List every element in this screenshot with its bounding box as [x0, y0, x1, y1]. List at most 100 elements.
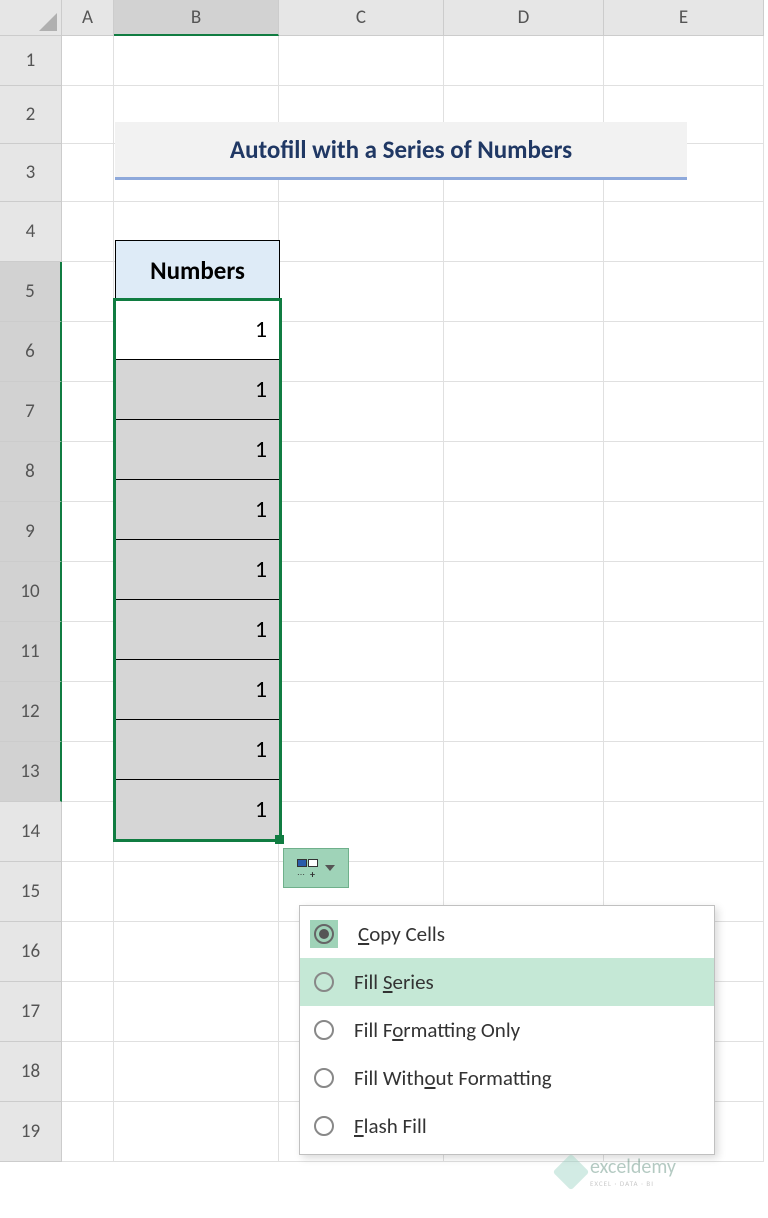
cell[interactable]	[604, 742, 764, 802]
cell[interactable]	[444, 262, 604, 322]
cell[interactable]	[444, 742, 604, 802]
cell[interactable]	[604, 502, 764, 562]
cell[interactable]	[604, 682, 764, 742]
menu-item[interactable]: Fill Without Formatting	[300, 1054, 714, 1102]
row-header-18[interactable]: 18	[0, 1042, 62, 1102]
row-header-4[interactable]: 4	[0, 202, 62, 262]
cell[interactable]	[114, 36, 279, 86]
row-header-7[interactable]: 7	[0, 382, 62, 442]
cell[interactable]	[604, 442, 764, 502]
cell[interactable]	[604, 802, 764, 862]
cell[interactable]	[62, 922, 114, 982]
cell[interactable]	[114, 1102, 279, 1162]
row-header-8[interactable]: 8	[0, 442, 62, 502]
row-header-6[interactable]: 6	[0, 322, 62, 382]
cell[interactable]	[604, 622, 764, 682]
row-header-3[interactable]: 3	[0, 144, 62, 202]
menu-item[interactable]: Copy Cells	[300, 910, 714, 958]
cell[interactable]	[604, 262, 764, 322]
cell[interactable]	[444, 382, 604, 442]
cell[interactable]	[62, 502, 114, 562]
cell[interactable]	[62, 742, 114, 802]
cell[interactable]	[604, 562, 764, 622]
numbers-column-header[interactable]: Numbers	[115, 240, 280, 300]
cell[interactable]	[62, 682, 114, 742]
cell[interactable]	[114, 862, 279, 922]
cell[interactable]	[444, 562, 604, 622]
column-header-A[interactable]: A	[62, 0, 114, 36]
data-cell[interactable]: 1	[115, 300, 280, 360]
cell[interactable]	[279, 562, 444, 622]
cell[interactable]	[279, 382, 444, 442]
cell[interactable]	[279, 262, 444, 322]
row-header-15[interactable]: 15	[0, 862, 62, 922]
data-cell[interactable]: 1	[115, 540, 280, 600]
cell[interactable]	[444, 622, 604, 682]
row-header-1[interactable]: 1	[0, 36, 62, 86]
cell[interactable]	[279, 36, 444, 86]
row-header-5[interactable]: 5	[0, 262, 62, 322]
cell[interactable]	[279, 322, 444, 382]
cell[interactable]	[444, 802, 604, 862]
cell[interactable]	[279, 502, 444, 562]
cell[interactable]	[279, 742, 444, 802]
cell[interactable]	[62, 382, 114, 442]
row-header-11[interactable]: 11	[0, 622, 62, 682]
title-cell[interactable]: Autofill with a Series of Numbers	[115, 122, 687, 180]
cell[interactable]	[604, 382, 764, 442]
cell[interactable]	[62, 982, 114, 1042]
row-header-12[interactable]: 12	[0, 682, 62, 742]
column-header-E[interactable]: E	[604, 0, 764, 36]
column-header-D[interactable]: D	[444, 0, 604, 36]
cell[interactable]	[62, 802, 114, 862]
cell[interactable]	[114, 982, 279, 1042]
row-header-10[interactable]: 10	[0, 562, 62, 622]
data-cell[interactable]: 1	[115, 600, 280, 660]
cell[interactable]	[114, 1042, 279, 1102]
cell[interactable]	[62, 86, 114, 144]
cell[interactable]	[62, 322, 114, 382]
cell[interactable]	[62, 202, 114, 262]
cell[interactable]	[62, 442, 114, 502]
autofill-options-button[interactable]: ⋯+	[283, 848, 349, 888]
row-header-16[interactable]: 16	[0, 922, 62, 982]
cell[interactable]	[279, 622, 444, 682]
row-header-19[interactable]: 19	[0, 1102, 62, 1162]
row-header-9[interactable]: 9	[0, 502, 62, 562]
column-header-C[interactable]: C	[279, 0, 444, 36]
cell[interactable]	[444, 682, 604, 742]
cell[interactable]	[62, 562, 114, 622]
data-cell[interactable]: 1	[115, 780, 280, 840]
cell[interactable]	[279, 442, 444, 502]
menu-item[interactable]: Fill Series	[300, 958, 714, 1006]
cell[interactable]	[62, 262, 114, 322]
row-header-13[interactable]: 13	[0, 742, 62, 802]
cell[interactable]	[62, 1102, 114, 1162]
row-header-2[interactable]: 2	[0, 86, 62, 144]
cell[interactable]	[62, 622, 114, 682]
cell[interactable]	[279, 202, 444, 262]
cell[interactable]	[604, 202, 764, 262]
cell[interactable]	[604, 36, 764, 86]
cell[interactable]	[279, 682, 444, 742]
cell[interactable]	[444, 502, 604, 562]
menu-item[interactable]: Fill Formatting Only	[300, 1006, 714, 1054]
cell[interactable]	[62, 1042, 114, 1102]
cell[interactable]	[444, 322, 604, 382]
cell[interactable]	[62, 144, 114, 202]
cell[interactable]	[444, 36, 604, 86]
data-cell[interactable]: 1	[115, 420, 280, 480]
row-header-17[interactable]: 17	[0, 982, 62, 1042]
data-cell[interactable]: 1	[115, 660, 280, 720]
cell[interactable]	[62, 36, 114, 86]
cell[interactable]	[444, 202, 604, 262]
cell[interactable]	[62, 862, 114, 922]
data-cell[interactable]: 1	[115, 360, 280, 420]
cell[interactable]	[114, 922, 279, 982]
cell[interactable]	[444, 442, 604, 502]
cell[interactable]	[604, 322, 764, 382]
menu-item[interactable]: Flash Fill	[300, 1102, 714, 1150]
data-cell[interactable]: 1	[115, 480, 280, 540]
column-header-B[interactable]: B	[114, 0, 279, 36]
row-header-14[interactable]: 14	[0, 802, 62, 862]
